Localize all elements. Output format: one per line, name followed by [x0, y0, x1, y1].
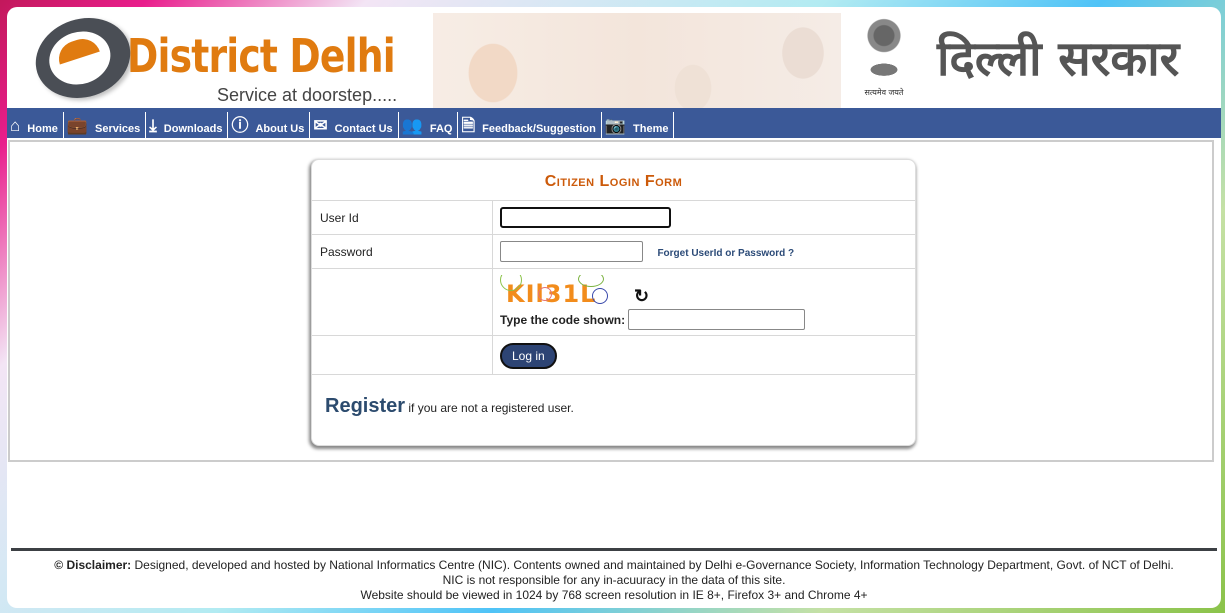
logo-title: District Delhi — [127, 29, 396, 83]
camera-icon: 📷 — [604, 116, 627, 135]
lion-capital-icon — [861, 17, 907, 79]
national-emblem: सत्यमेव जयते — [853, 17, 915, 105]
captcha-image: KIl31L — [500, 275, 620, 307]
logo-tagline: Service at doorstep..... — [217, 85, 398, 105]
footer: © Disclaimer: Designed, developed and ho… — [11, 548, 1217, 603]
content-area: Citizen Login Form User Id Password Forg… — [8, 140, 1214, 462]
user-id-input[interactable] — [500, 207, 671, 228]
login-row: Log in — [312, 335, 915, 375]
disclaimer-text: Designed, developed and hosted by Nation… — [131, 558, 1174, 572]
form-title: Citizen Login Form — [544, 173, 683, 190]
document-icon: 🗎 — [461, 116, 476, 135]
captcha-prompt: Type the code shown: — [500, 312, 626, 327]
footer-line-2: NIC is not responsible for any in-acuura… — [442, 573, 786, 587]
main-nav: ⌂ Home 💼 Services ⤓ Downloads ⓘ About Us ✉ Co… — [7, 108, 1221, 138]
refresh-captcha-icon[interactable]: ↻ — [634, 286, 649, 307]
emblem-motto: सत्यमेव जयते — [864, 88, 904, 97]
e-logo-icon — [25, 7, 141, 110]
envelope-icon: ✉ — [313, 116, 328, 135]
download-icon: ⤓ — [149, 116, 157, 135]
login-button[interactable]: Log in — [500, 343, 557, 369]
edistrict-logo[interactable]: District Delhi Service at doorstep..... — [25, 7, 417, 110]
banner-photo — [433, 13, 841, 108]
nav-feedback[interactable]: 🗎 Feedback/Suggestion — [458, 112, 602, 138]
captcha-input[interactable] — [628, 309, 806, 330]
nav-contact-us[interactable]: ✉ Contact Us — [310, 112, 399, 138]
password-row: Password Forget UserId or Password ? — [312, 234, 915, 268]
login-form-card: Citizen Login Form User Id Password Forg… — [311, 159, 916, 446]
footer-line-3: Website should be viewed in 1024 by 768 … — [360, 588, 868, 602]
forgot-credentials-link[interactable]: Forget UserId or Password ? — [657, 248, 794, 259]
briefcase-icon: 💼 — [66, 116, 89, 135]
login-label-cell — [312, 336, 493, 374]
header: District Delhi Service at doorstep..... … — [7, 7, 1221, 110]
user-id-label: User Id — [312, 201, 493, 234]
home-icon: ⌂ — [10, 116, 21, 135]
password-label: Password — [312, 235, 493, 268]
info-icon: ⓘ — [231, 116, 249, 135]
nav-theme[interactable]: 📷 Theme — [602, 112, 675, 138]
user-id-row: User Id — [312, 200, 915, 234]
captcha-row: KIl31L ↻ Type the code shown: — [312, 268, 915, 335]
users-icon: 👥 — [401, 116, 423, 135]
disclaimer-line: © Disclaimer: Designed, developed and ho… — [11, 558, 1217, 573]
register-line: Register if you are not a registered use… — [312, 375, 915, 418]
nav-faq[interactable]: 👥 FAQ — [399, 112, 459, 138]
password-input[interactable] — [500, 241, 643, 262]
register-text: if you are not a registered user. — [405, 401, 574, 415]
delhi-sarkar-title: दिल्ली सरकार — [937, 31, 1180, 87]
captcha-label-cell — [312, 269, 493, 335]
nav-home[interactable]: ⌂ Home — [7, 112, 64, 138]
disclaimer-label: © Disclaimer: — [54, 558, 132, 572]
page: District Delhi Service at doorstep..... … — [7, 7, 1221, 608]
nav-services[interactable]: 💼 Services — [64, 112, 147, 138]
nav-downloads[interactable]: ⤓ Downloads — [146, 112, 229, 138]
nav-about-us[interactable]: ⓘ About Us — [228, 112, 311, 138]
register-link[interactable]: Register — [325, 395, 405, 417]
